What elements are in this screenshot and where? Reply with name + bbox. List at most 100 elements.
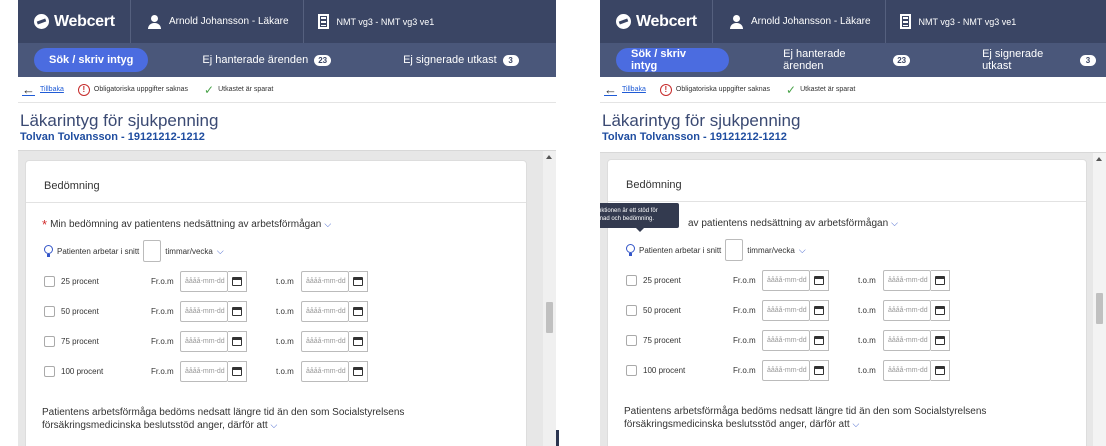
calendar-button[interactable]: [810, 330, 829, 351]
calendar-button[interactable]: [931, 330, 950, 351]
percent-checkbox[interactable]: [44, 336, 55, 347]
divider: [556, 430, 559, 446]
back-label: Tillbaka: [40, 86, 64, 93]
from-label: Fr.o.m: [733, 306, 756, 315]
calendar-button[interactable]: [349, 271, 368, 292]
percent-row: 25 procent Fr.o.m åååå-mm-dd t.o.m åååå-…: [626, 270, 950, 291]
from-date-input[interactable]: åååå-mm-dd: [180, 361, 228, 382]
care-unit[interactable]: NMT vg3 - NMT vg3 ve1: [304, 0, 449, 43]
percent-checkbox[interactable]: [44, 306, 55, 317]
to-date-input[interactable]: åååå-mm-dd: [301, 301, 349, 322]
percent-checkbox[interactable]: [626, 305, 637, 316]
percent-label: 50 procent: [61, 307, 99, 316]
percent-row: 25 procent Fr.o.m åååå-mm-dd t.o.m åååå-…: [44, 271, 368, 292]
scrollbar[interactable]: [1093, 153, 1106, 446]
calendar-button[interactable]: [349, 331, 368, 352]
chevron-down-icon[interactable]: ⌵: [891, 218, 898, 229]
status-row: ← Tillbaka ! Obligatoriska uppgifter sak…: [18, 77, 556, 103]
page-header: Läkarintyg för sjukpenning Tolvan Tolvan…: [18, 103, 556, 148]
percent-checkbox[interactable]: [44, 366, 55, 377]
scroll-up-icon[interactable]: [1096, 157, 1102, 161]
tab-search-write[interactable]: Sök / skriv intyg: [616, 48, 730, 72]
hours-unit: timmar/vecka: [747, 245, 795, 255]
from-label: Fr.o.m: [733, 336, 756, 345]
chevron-down-icon[interactable]: ⌵: [217, 246, 224, 257]
lightbulb-icon[interactable]: [44, 245, 53, 257]
lightbulb-icon[interactable]: [626, 244, 635, 256]
calendar-button[interactable]: [228, 361, 247, 382]
calendar-button[interactable]: [228, 331, 247, 352]
calendar-button[interactable]: [931, 300, 950, 321]
percent-row: 100 procent Fr.o.m åååå-mm-dd t.o.m åååå…: [44, 361, 368, 382]
from-date-input[interactable]: åååå-mm-dd: [762, 270, 810, 291]
tab-unhandled[interactable]: Ej hanterade ärenden 23: [773, 48, 920, 72]
percent-checkbox[interactable]: [626, 365, 637, 376]
unhandled-count-badge: 23: [893, 54, 911, 66]
tab-unhandled[interactable]: Ej hanterade ärenden 23: [192, 54, 341, 66]
percent-checkbox[interactable]: [626, 335, 637, 346]
chevron-down-icon[interactable]: ⌵: [852, 419, 859, 429]
calendar-button[interactable]: [931, 360, 950, 381]
calendar-button[interactable]: [931, 270, 950, 291]
scroll-thumb[interactable]: [1096, 293, 1103, 324]
from-date-input[interactable]: åååå-mm-dd: [180, 301, 228, 322]
user-info[interactable]: Arnold Johansson - Läkare: [712, 0, 886, 43]
chevron-down-icon[interactable]: ⌵: [799, 245, 806, 256]
from-date-input[interactable]: åååå-mm-dd: [180, 271, 228, 292]
missing-info-status[interactable]: ! Obligatoriska uppgifter saknas: [659, 83, 770, 96]
long-duration-text: Patientens arbetsförmåga bedöms nedsatt …: [624, 406, 987, 430]
percent-label: 50 procent: [643, 306, 681, 315]
scrollbar[interactable]: [543, 151, 556, 446]
status-row: ← Tillbaka ! Obligatoriska uppgifter sak…: [600, 77, 1106, 103]
unsigned-count-badge: 3: [502, 54, 519, 66]
hours-input[interactable]: [143, 240, 162, 262]
user-icon: [147, 14, 161, 29]
chevron-down-icon[interactable]: ⌵: [324, 219, 331, 230]
calendar-button[interactable]: [228, 271, 247, 292]
to-date-input[interactable]: åååå-mm-dd: [883, 270, 931, 291]
calendar-icon: [353, 277, 363, 286]
scroll-thumb[interactable]: [546, 302, 553, 333]
care-unit[interactable]: NMT vg3 - NMT vg3 ve1: [886, 0, 1031, 43]
percent-label: 75 procent: [61, 337, 99, 346]
user-icon: [729, 14, 743, 29]
tab-unsigned[interactable]: Ej signerade utkast 3: [972, 48, 1106, 72]
calendar-icon: [232, 367, 242, 376]
percent-row: 75 procent Fr.o.m åååå-mm-dd t.o.m åååå-…: [626, 330, 950, 351]
tab-unsigned[interactable]: Ej signerade utkast 3: [393, 54, 529, 66]
to-date-input[interactable]: åååå-mm-dd: [883, 300, 931, 321]
to-date-input[interactable]: åååå-mm-dd: [883, 330, 931, 351]
percent-checkbox[interactable]: [44, 276, 55, 287]
missing-info-status[interactable]: ! Obligatoriska uppgifter saknas: [77, 83, 188, 96]
calendar-button[interactable]: [349, 361, 368, 382]
calendar-button[interactable]: [810, 270, 829, 291]
saved-text: Utkastet är sparat: [800, 86, 856, 93]
user-info[interactable]: Arnold Johansson - Läkare: [130, 0, 304, 43]
from-date-input[interactable]: åååå-mm-dd: [762, 360, 810, 381]
to-date-input[interactable]: åååå-mm-dd: [301, 361, 349, 382]
calendar-button[interactable]: [228, 301, 247, 322]
calendar-button[interactable]: [349, 301, 368, 322]
chevron-down-icon[interactable]: ⌵: [270, 420, 277, 430]
calendar-icon: [232, 307, 242, 316]
to-date-input[interactable]: åååå-mm-dd: [301, 331, 349, 352]
tab-search-write[interactable]: Sök / skriv intyg: [34, 48, 149, 72]
webcert-logo[interactable]: Webcert: [600, 0, 712, 43]
scroll-up-icon[interactable]: [546, 155, 552, 159]
from-date-input[interactable]: åååå-mm-dd: [762, 300, 810, 321]
hours-input[interactable]: [725, 239, 744, 261]
from-date-input[interactable]: åååå-mm-dd: [180, 331, 228, 352]
percent-checkbox[interactable]: [626, 275, 637, 286]
back-link[interactable]: ← Tillbaka: [22, 82, 64, 97]
to-date-input[interactable]: åååå-mm-dd: [301, 271, 349, 292]
calendar-button[interactable]: [810, 300, 829, 321]
percent-label: 100 procent: [61, 367, 104, 376]
from-date-input[interactable]: åååå-mm-dd: [762, 330, 810, 351]
calendar-icon: [935, 366, 945, 375]
back-link[interactable]: ← Tillbaka: [604, 82, 646, 97]
to-date-input[interactable]: åååå-mm-dd: [883, 360, 931, 381]
question-work-capacity: * Min bedömning av patientens nedsättnin…: [42, 218, 331, 231]
calendar-button[interactable]: [810, 360, 829, 381]
webcert-logo[interactable]: Webcert: [18, 0, 130, 43]
question-work-capacity: av patientens nedsättning av arbetsförmå…: [688, 218, 898, 229]
